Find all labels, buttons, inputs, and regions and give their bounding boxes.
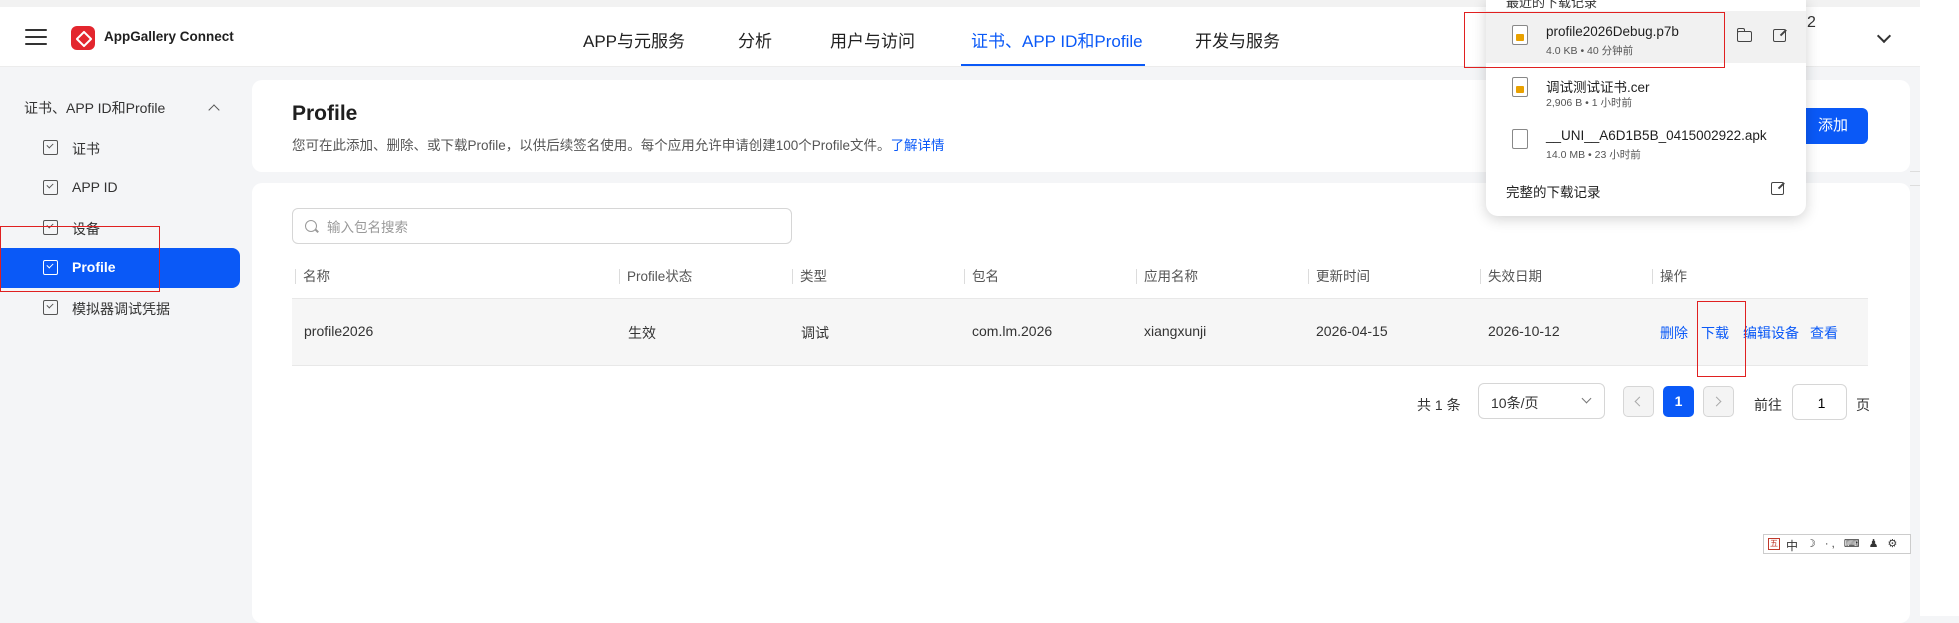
file-icon — [1512, 129, 1528, 149]
certificate-file-icon — [1512, 77, 1528, 97]
downloads-header: 最近的下载记录 — [1506, 0, 1598, 10]
view-link[interactable]: 查看 — [1810, 323, 1838, 343]
chevron-down-icon — [1581, 393, 1592, 404]
sidebar-item-app-id[interactable]: APP ID — [0, 168, 240, 208]
sidebar-item-devices[interactable]: 设备 — [0, 208, 240, 248]
profile-list-card — [252, 183, 1910, 623]
goto-page-input[interactable] — [1793, 385, 1850, 421]
page-description: 您可在此添加、删除、或下载Profile，以供后续签名使用。每个应用允许申请创建… — [292, 134, 945, 154]
certificate-file-icon — [1512, 25, 1528, 45]
download-item[interactable]: 调试测试证书.cer 2,906 B • 1 小时前 — [1486, 63, 1806, 115]
certificate-icon — [43, 140, 58, 155]
nav-users-access[interactable]: 用户与访问 — [830, 27, 915, 52]
table-header: 名称 Profile状态 类型 包名 应用名称 更新时间 失效日期 操作 — [292, 258, 1868, 299]
column-header-expires: 失效日期 — [1480, 269, 1542, 284]
nav-app-services[interactable]: APP与元服务 — [583, 27, 685, 52]
goto-label: 前往 — [1754, 397, 1782, 413]
page-size-select[interactable]: 10条/页 — [1478, 383, 1605, 419]
sidebar-item-label: 模拟器调试凭据 — [72, 301, 170, 317]
package-search-box[interactable] — [292, 208, 792, 244]
sidebar-item-certificates[interactable]: 证书 — [0, 128, 240, 168]
cell-expires: 2026-10-12 — [1488, 323, 1560, 339]
chevron-left-icon — [1634, 396, 1645, 407]
description-text: 您可在此添加、删除、或下载Profile，以供后续签名使用。每个应用允许申请创建… — [292, 138, 891, 153]
nav-certificates-profile[interactable]: 证书、APP ID和Profile — [971, 27, 1143, 52]
download-file-meta: 14.0 MB • 23 小时前 — [1546, 149, 1641, 161]
edit-devices-link[interactable]: 编辑设备 — [1743, 323, 1799, 343]
open-file-button[interactable] — [1771, 27, 1791, 45]
chevron-up-icon[interactable] — [208, 104, 220, 116]
cell-package: com.lm.2026 — [972, 323, 1053, 339]
column-header-name: 名称 — [295, 269, 330, 284]
page-size-value: 10条/页 — [1491, 395, 1539, 411]
next-page-button[interactable] — [1703, 386, 1734, 417]
browser-edge-strip — [1920, 0, 1959, 616]
cell-status: 生效 — [628, 325, 656, 341]
menu-icon[interactable] — [25, 29, 47, 45]
emulator-icon — [43, 300, 58, 315]
prev-page-button[interactable] — [1623, 386, 1654, 417]
profile-icon — [43, 260, 58, 275]
device-icon — [43, 220, 58, 235]
download-file-meta: 2,906 B • 1 小时前 — [1546, 97, 1632, 109]
page-title: Profile — [292, 102, 358, 125]
ime-mode[interactable]: 中 — [1786, 537, 1798, 553]
download-link[interactable]: 下载 — [1701, 323, 1729, 343]
divider — [1910, 171, 1920, 172]
column-header-status: Profile状态 — [619, 269, 692, 284]
cell-type: 调试 — [801, 325, 829, 341]
divider — [1910, 185, 1920, 186]
nav-dev-services[interactable]: 开发与服务 — [1195, 27, 1280, 52]
nav-analytics[interactable]: 分析 — [738, 27, 772, 52]
download-file-name: 调试测试证书.cer — [1546, 80, 1650, 95]
download-item[interactable]: __UNI__A6D1B5B_0415002922.apk 14.0 MB • … — [1486, 115, 1806, 167]
delete-link[interactable]: 删除 — [1660, 323, 1688, 343]
nav-active-underline — [961, 64, 1145, 66]
pagination-total: 共 1 条 — [1417, 397, 1461, 413]
download-item[interactable]: profile2026Debug.p7b 4.0 KB • 40 分钟前 — [1486, 11, 1806, 63]
app-id-icon — [43, 180, 58, 195]
column-header-app-name: 应用名称 — [1136, 269, 1198, 284]
ime-symbols[interactable]: ☽ ·, ⌨ ♟ ⚙ — [1806, 537, 1900, 550]
cell-app-name: xiangxunji — [1144, 323, 1207, 339]
cell-name: profile2026 — [304, 323, 374, 339]
search-icon — [305, 220, 317, 232]
full-download-history-link[interactable]: 完整的下载记录 — [1506, 181, 1601, 201]
sidebar-item-label: APP ID — [72, 179, 118, 195]
search-input[interactable] — [325, 216, 779, 238]
page-suffix: 页 — [1856, 397, 1870, 413]
sidebar-item-emulator-credentials[interactable]: 模拟器调试凭据 — [0, 288, 240, 328]
appgallery-logo-icon — [71, 26, 95, 50]
header-right-text: 2 — [1807, 14, 1816, 31]
column-header-type: 类型 — [792, 269, 827, 284]
folder-icon — [1736, 28, 1752, 42]
sidebar-item-profile[interactable]: Profile — [0, 248, 240, 288]
download-file-meta: 4.0 KB • 40 分钟前 — [1546, 45, 1634, 57]
learn-more-link[interactable]: 了解详情 — [891, 138, 945, 153]
external-link-icon — [1773, 29, 1786, 42]
sidebar-section-title[interactable]: 证书、APP ID和Profile — [24, 98, 165, 118]
chevron-right-icon — [1711, 396, 1722, 407]
sidebar-item-label: 证书 — [72, 141, 100, 157]
external-link-icon — [1771, 182, 1784, 195]
column-header-updated: 更新时间 — [1308, 269, 1370, 284]
cell-updated: 2026-04-15 — [1316, 323, 1388, 339]
open-folder-button[interactable] — [1735, 27, 1755, 45]
full-history-open-button[interactable] — [1769, 180, 1789, 198]
goto-page-box[interactable] — [1792, 384, 1850, 421]
ime-logo-icon: 五 — [1768, 538, 1780, 550]
sidebar-item-label: 设备 — [72, 221, 100, 237]
column-header-actions: 操作 — [1652, 269, 1687, 284]
current-page-button[interactable]: 1 — [1663, 386, 1694, 417]
download-file-name: profile2026Debug.p7b — [1546, 24, 1679, 39]
downloads-popup: 最近的下载记录 profile2026Debug.p7b 4.0 KB • 40… — [1486, 0, 1806, 216]
table-row: profile2026 生效 调试 com.lm.2026 xiangxunji… — [292, 299, 1868, 366]
brand-name: AppGallery Connect — [104, 29, 234, 44]
sidebar-item-label: Profile — [72, 259, 116, 275]
column-header-package: 包名 — [964, 269, 999, 284]
ime-toolbar[interactable]: 五 中 ☽ ·, ⌨ ♟ ⚙ — [1763, 534, 1911, 554]
download-file-name: __UNI__A6D1B5B_0415002922.apk — [1546, 128, 1767, 143]
